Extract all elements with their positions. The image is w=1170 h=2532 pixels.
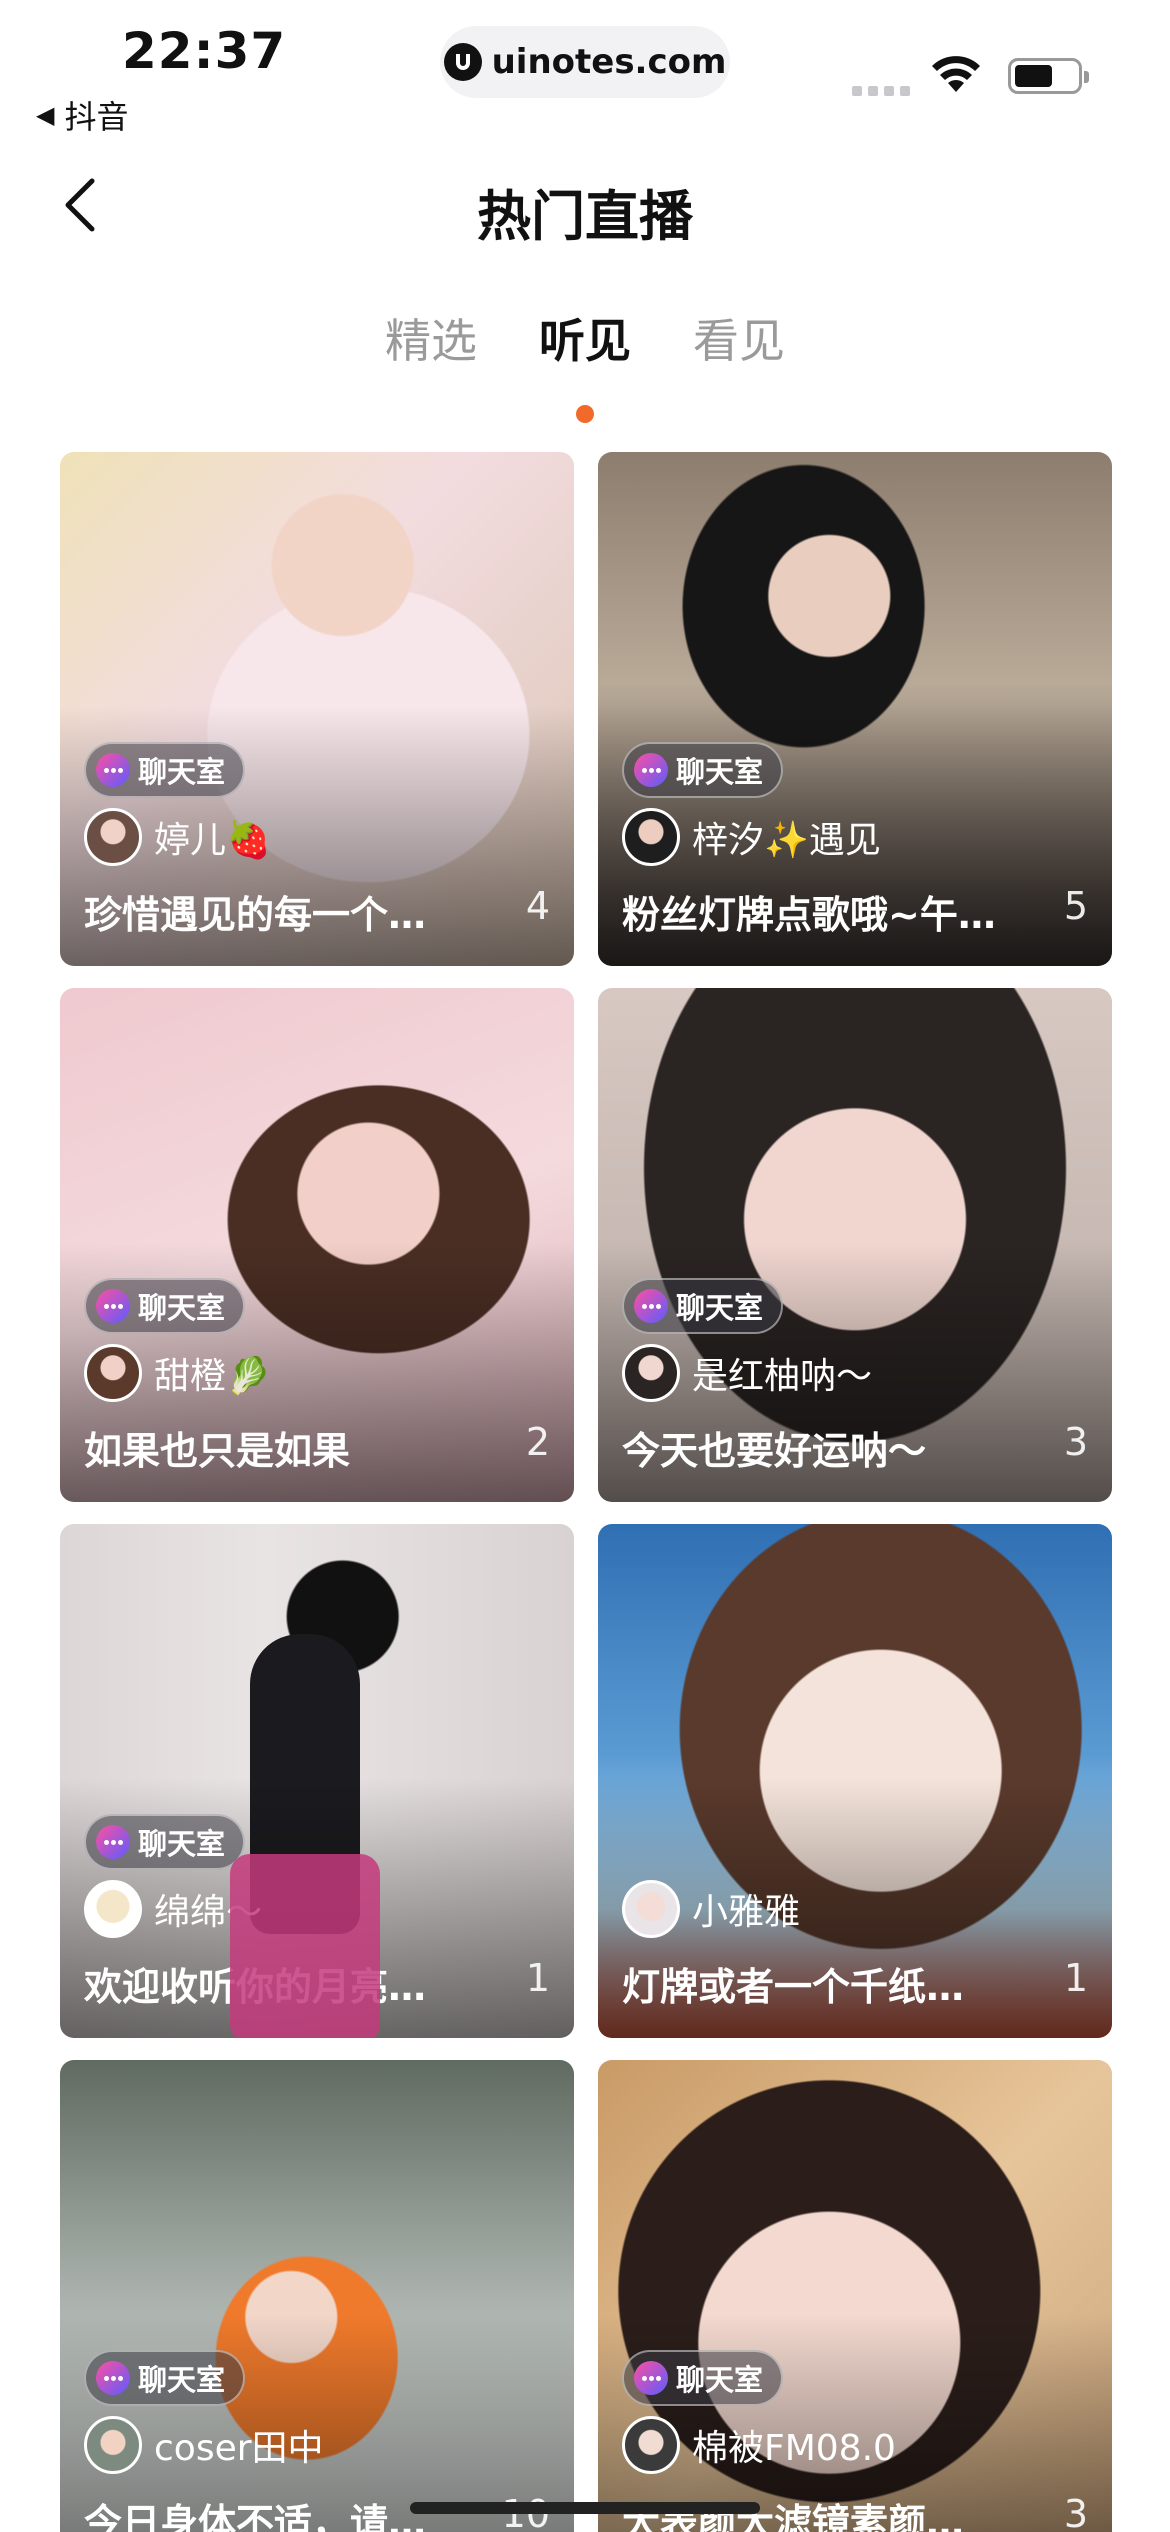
back-to-app-button[interactable]: ◀ 抖音 [36, 92, 128, 138]
screen: 22:37 ◀ 抖音 uinotes.com 热门直播 精选 听见 看见 聊天室 [0, 0, 1170, 2532]
chatroom-badge: 聊天室 [84, 2350, 246, 2406]
status-time: 22:37 [122, 22, 287, 80]
chatroom-badge: 聊天室 [622, 1278, 784, 1334]
live-room-card[interactable]: 聊天室 婷儿🍓 珍惜遇见的每一个… 4 [60, 452, 574, 966]
avatar [622, 2416, 680, 2474]
viewer-count: 2 [525, 1420, 550, 1464]
site-logo-icon [443, 43, 482, 81]
chat-bubble-icon [634, 1289, 668, 1323]
chatroom-badge: 聊天室 [84, 1278, 246, 1334]
host-info: 婷儿🍓 [84, 808, 271, 866]
host-info: 甜橙🥬 [84, 1344, 271, 1402]
back-triangle-icon: ◀ [36, 101, 55, 129]
avatar [622, 1880, 680, 1938]
active-tab-indicator [576, 405, 594, 423]
avatar [84, 1344, 142, 1402]
room-title: 粉丝灯牌点歌哦~午… [622, 893, 996, 937]
badge-label: 聊天室 [138, 2363, 226, 2397]
tab-listen-label: 听见 [539, 314, 631, 368]
viewer-count: 1 [525, 1956, 550, 2000]
viewer-count: 5 [1063, 884, 1088, 928]
cellular-signal-icon [852, 86, 910, 96]
room-title: 今日身体不适，请… [84, 2501, 427, 2532]
badge-label: 聊天室 [138, 1291, 226, 1325]
host-info: coser田中 [84, 2416, 324, 2474]
host-name: 婷儿🍓 [154, 820, 271, 861]
host-name: 小雅雅 [692, 1892, 801, 1933]
tab-watch[interactable]: 看见 [693, 305, 785, 371]
host-name: 棉被FM08.0 [692, 2428, 896, 2469]
tab-bar: 精选 听见 看见 [0, 305, 1170, 423]
host-info: 是红柚呐～ [622, 1344, 872, 1402]
chat-bubble-icon [96, 1289, 130, 1323]
room-title: 珍惜遇见的每一个… [84, 893, 427, 937]
live-room-card[interactable]: 聊天室 coser田中 今日身体不适，请… 10 [60, 2060, 574, 2532]
avatar [84, 808, 142, 866]
page-title: 热门直播 [477, 185, 693, 248]
chat-bubble-icon [96, 2361, 130, 2395]
chat-bubble-icon [96, 753, 130, 787]
badge-label: 聊天室 [138, 755, 226, 789]
live-room-card[interactable]: 聊天室 绵绵～ 欢迎收听你的月亮… 1 [60, 1524, 574, 2038]
battery-icon [1008, 58, 1089, 94]
room-title: 如果也只是如果 [84, 1429, 351, 1473]
badge-label: 聊天室 [676, 2363, 764, 2397]
viewer-count: 3 [1063, 2492, 1088, 2532]
chatroom-badge: 聊天室 [622, 742, 784, 798]
avatar [84, 1880, 142, 1938]
room-title: 今天也要好运呐～ [622, 1429, 927, 1473]
tab-featured[interactable]: 精选 [385, 305, 477, 371]
badge-label: 聊天室 [676, 1291, 764, 1325]
host-name: 是红柚呐～ [692, 1356, 873, 1397]
chat-bubble-icon [634, 2361, 668, 2395]
host-name: coser田中 [154, 2428, 324, 2469]
avatar [622, 808, 680, 866]
live-room-grid: 聊天室 婷儿🍓 珍惜遇见的每一个… 4 聊天室 梓汐✨遇见 粉丝灯牌点歌哦~午…… [60, 452, 1112, 2532]
chatroom-badge: 聊天室 [84, 1814, 246, 1870]
host-info: 小雅雅 [622, 1880, 800, 1938]
host-name: 绵绵～ [154, 1892, 263, 1933]
live-room-card[interactable]: 聊天室 甜橙🥬 如果也只是如果 2 [60, 988, 574, 1502]
chat-bubble-icon [634, 753, 668, 787]
viewer-count: 4 [525, 884, 550, 928]
viewer-count: 1 [1063, 1956, 1088, 2000]
url-text: uinotes.com [491, 42, 727, 82]
host-info: 棉被FM08.0 [622, 2416, 896, 2474]
badge-label: 聊天室 [676, 755, 764, 789]
url-pill[interactable]: uinotes.com [440, 26, 730, 98]
room-title: 欢迎收听你的月亮… [84, 1965, 427, 2009]
live-room-card[interactable]: 聊天室 是红柚呐～ 今天也要好运呐～ 3 [598, 988, 1112, 1502]
viewer-count: 3 [1063, 1420, 1088, 1464]
live-room-card[interactable]: 聊天室 梓汐✨遇见 粉丝灯牌点歌哦~午… 5 [598, 452, 1112, 966]
live-room-card[interactable]: 聊天室 棉被FM08.0 大表颜大滤镜素颜… 3 [598, 2060, 1112, 2532]
host-name: 梓汐✨遇见 [692, 820, 881, 861]
avatar [622, 1344, 680, 1402]
wifi-icon [932, 56, 980, 92]
tab-listen[interactable]: 听见 [539, 305, 631, 423]
home-indicator[interactable] [410, 2502, 760, 2514]
chatroom-badge: 聊天室 [622, 2350, 784, 2406]
avatar [84, 2416, 142, 2474]
room-title: 灯牌或者一个千纸… [622, 1965, 965, 2009]
badge-label: 聊天室 [138, 1827, 226, 1861]
host-info: 梓汐✨遇见 [622, 808, 881, 866]
host-info: 绵绵～ [84, 1880, 262, 1938]
host-name: 甜橙🥬 [154, 1356, 271, 1397]
chat-bubble-icon [96, 1825, 130, 1859]
chatroom-badge: 聊天室 [84, 742, 246, 798]
back-app-label: 抖音 [64, 98, 129, 136]
live-room-card[interactable]: 小雅雅 灯牌或者一个千纸… 1 [598, 1524, 1112, 2038]
